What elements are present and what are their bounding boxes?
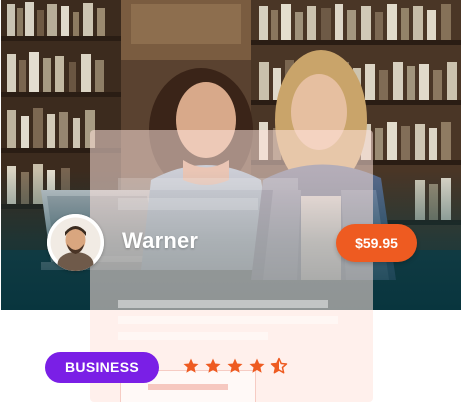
- star-rating: [182, 357, 288, 377]
- instructor-name[interactable]: Warner: [122, 228, 198, 254]
- star-filled-icon: [249, 358, 265, 373]
- instructor-avatar[interactable]: [47, 214, 104, 271]
- star-half-icon: [270, 357, 288, 374]
- preview-title-blur: [118, 178, 338, 210]
- price-badge: $59.95: [336, 224, 417, 262]
- star-filled-icon: [183, 358, 199, 373]
- category-badge[interactable]: BUSINESS: [45, 352, 159, 383]
- person-avatar-icon: [47, 214, 104, 271]
- course-card[interactable]: Warner $59.95 BUSINESS: [0, 0, 462, 402]
- star-filled-icon: [227, 358, 243, 373]
- preview-text-blur: [118, 300, 353, 340]
- star-filled-icon: [205, 358, 221, 373]
